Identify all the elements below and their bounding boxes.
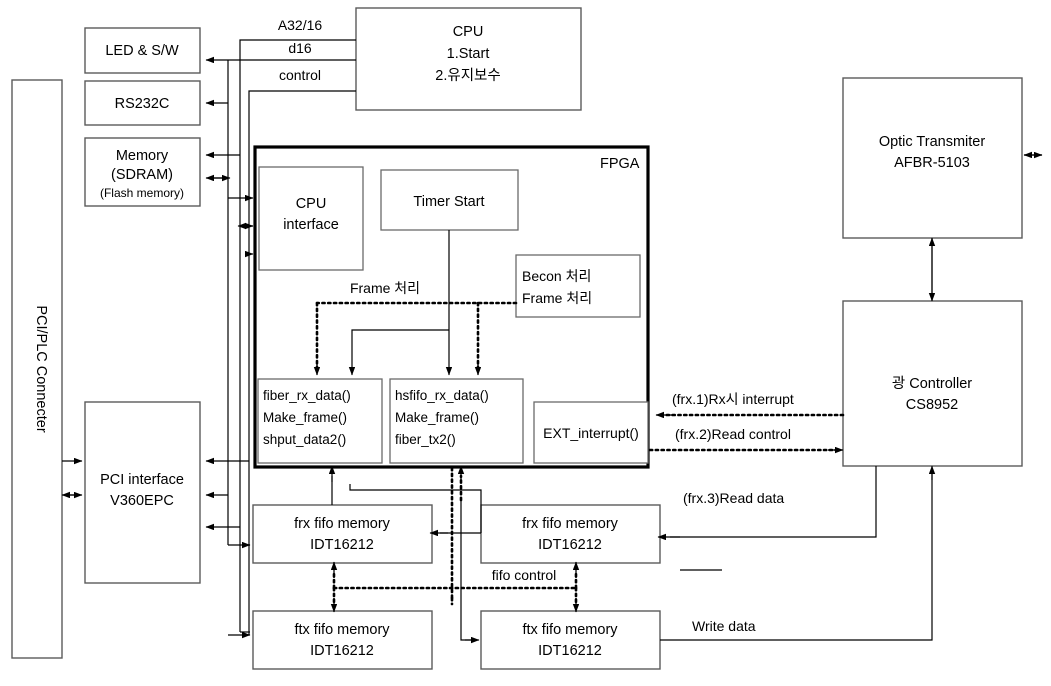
ext-interrupt-label: EXT_interrupt() [543, 425, 639, 441]
rx-interrupt-label: (frx.1)Rx시 interrupt [672, 391, 794, 407]
block-frx-fifo-left: frx fifo memory IDT16212 [252, 504, 433, 564]
block-hsfifo-rx: hsfifo_rx_data() Make_frame() fiber_tx2(… [389, 378, 524, 464]
cpu-label-3: 2.유지보수 [435, 67, 500, 84]
memory-label-3: (Flash memory) [100, 186, 184, 200]
bus-a32-16-label: A32/16 [278, 17, 323, 33]
timer-start-label: Timer Start [413, 194, 484, 210]
optic-controller-label-1: 광 Controller [892, 375, 972, 392]
frx-fifo-left-label-2: IDT16212 [310, 537, 374, 553]
block-frx-fifo-right: frx fifo memory IDT16212 [480, 504, 661, 564]
block-pci-plc-connector: PCI/PLC Connecter [11, 79, 63, 659]
cpu-label-1: CPU [453, 24, 484, 40]
cpu-interface-label-1: CPU [296, 196, 327, 212]
ftx-fifo-left-label-1: ftx fifo memory [294, 622, 390, 638]
block-fiber-rx: fiber_rx_data() Make_frame() shput_data2… [257, 378, 383, 464]
cpu-interface-label-2: interface [283, 217, 339, 233]
hsfifo-rx-label-3: fiber_tx2() [395, 432, 456, 447]
frx-fifo-left-label-1: frx fifo memory [294, 516, 391, 532]
memory-label-2: (SDRAM) [111, 167, 173, 183]
block-rs232c: RS232C [84, 80, 201, 126]
ftx-fifo-right-label-1: ftx fifo memory [522, 622, 618, 638]
ftx-fifo-right-label-2: IDT16212 [538, 643, 602, 659]
block-memory: Memory (SDRAM) (Flash memory) [84, 137, 201, 207]
signal-becon-to-fiber-rx [313, 301, 518, 376]
block-optic-transmitter: Optic Transmiter AFBR-5103 [842, 77, 1023, 239]
block-becon: Becon 처리 Frame 처리 [515, 254, 641, 318]
frx-fifo-right-label-2: IDT16212 [538, 537, 602, 553]
memory-label-1: Memory [116, 148, 169, 164]
pci-interface-label-2: V360EPC [110, 493, 174, 509]
fiber-rx-label-1: fiber_rx_data() [263, 388, 351, 403]
block-timer-start: Timer Start [380, 169, 519, 231]
ftx-fifo-left-label-2: IDT16212 [310, 643, 374, 659]
read-data-label: (frx.3)Read data [683, 490, 784, 506]
block-cpu-interface: CPU interface [258, 166, 364, 271]
signal-read-data: (frx.3)Read data [657, 466, 877, 571]
bus-control-label: control [279, 67, 321, 83]
bus-d16-label: d16 [288, 40, 312, 56]
block-ext-interrupt: EXT_interrupt() [533, 401, 649, 464]
optic-controller-label-2: CS8952 [906, 397, 958, 413]
block-pci-interface: PCI interface V360EPC [84, 401, 201, 584]
signal-fifo-control: fifo control [332, 567, 578, 590]
signal-rx-interrupt: (frx.1)Rx시 interrupt [655, 391, 845, 419]
signal-read-control: (frx.2)Read control [648, 426, 844, 454]
signal-ftx-feed [460, 498, 480, 644]
block-ftx-fifo-left: ftx fifo memory IDT16212 [252, 610, 433, 670]
fifo-control-label: fifo control [492, 567, 557, 583]
led-sw-label: LED & S/W [105, 43, 179, 59]
fiber-rx-label-2: Make_frame() [263, 410, 347, 425]
frx-fifo-right-label-1: frx fifo memory [522, 516, 619, 532]
block-cpu: CPU 1.Start 2.유지보수 [355, 7, 582, 111]
cpu-label-2: 1.Start [447, 46, 490, 62]
block-led-sw: LED & S/W [84, 27, 201, 74]
pci-interface-label-1: PCI interface [100, 472, 184, 488]
hsfifo-rx-label-1: hsfifo_rx_data() [395, 388, 489, 403]
hsfifo-rx-label-2: Make_frame() [395, 410, 479, 425]
becon-label-1: Becon 처리 [522, 268, 591, 284]
block-diagram-canvas: PCI/PLC Connecter LED & S/W RS232C Memor… [0, 0, 1051, 686]
read-control-label: (frx.2)Read control [675, 426, 791, 442]
frame-processing-label: Frame 처리 [350, 280, 420, 296]
pci-plc-connector-label: PCI/PLC Connecter [33, 305, 49, 433]
fiber-rx-label-3: shput_data2() [263, 432, 346, 447]
optic-transmitter-label-2: AFBR-5103 [894, 155, 970, 171]
bus-d16: d16 [205, 40, 356, 545]
optic-transmitter-label-1: Optic Transmiter [879, 134, 986, 150]
block-optic-controller: 광 Controller CS8952 [842, 300, 1023, 467]
becon-label-2: Frame 처리 [522, 290, 592, 306]
write-data-label: Write data [692, 618, 756, 634]
rs232c-label: RS232C [115, 96, 170, 112]
fpga-label: FPGA [600, 156, 640, 172]
block-ftx-fifo-right: ftx fifo memory IDT16212 [480, 610, 661, 670]
